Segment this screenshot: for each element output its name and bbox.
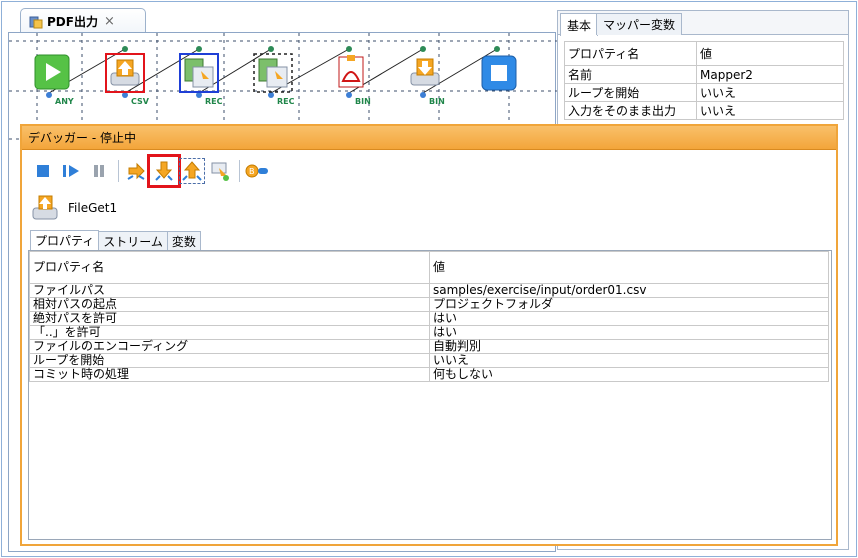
property-panel-tabs: 基本 マッパー変数 — [558, 11, 848, 36]
step-out-icon — [182, 161, 202, 181]
breakpoint-icon: B — [245, 164, 268, 178]
property-name: ファイルパス — [29, 283, 430, 298]
tab-properties[interactable]: プロパティ — [30, 230, 100, 250]
property-value: 自動判別 — [429, 339, 829, 354]
debugger-property-grid: プロパティ名 値 ファイルパス samples/exercise/input/o… — [28, 250, 832, 540]
file-get-icon — [32, 195, 58, 220]
flow-icon — [29, 16, 43, 28]
property-name: 相対パスの起点 — [29, 297, 430, 312]
tab-mapper-variables[interactable]: マッパー変数 — [596, 13, 683, 35]
property-name: ループを開始 — [29, 353, 430, 368]
stop-icon — [37, 165, 49, 177]
pause-button[interactable] — [86, 158, 112, 184]
table-row[interactable]: ファイルパス samples/exercise/input/order01.cs… — [29, 283, 829, 298]
table-row[interactable]: ループを開始 いいえ — [29, 353, 829, 368]
flow-label-bin2: BIN — [429, 97, 445, 106]
table-row[interactable]: 「..」を許可 はい — [29, 325, 829, 340]
table-row[interactable]: ループを開始 いいえ — [564, 83, 844, 102]
tab-stream[interactable]: ストリーム — [98, 231, 168, 250]
property-name: 入力をそのまま出力 — [564, 101, 697, 120]
property-value: samples/exercise/input/order01.csv — [429, 283, 829, 298]
tab-basic[interactable]: 基本 — [560, 13, 599, 36]
column-header-value: 値 — [429, 251, 829, 284]
property-value[interactable]: いいえ — [696, 101, 844, 120]
tab-title: PDF出力 — [47, 15, 98, 29]
property-value: はい — [429, 325, 829, 340]
flow-label-bin: BIN — [355, 97, 371, 106]
editor-tab-strip: PDF出力 × — [8, 6, 550, 34]
debugger-property-table: プロパティ名 値 ファイルパス samples/exercise/input/o… — [29, 251, 829, 382]
flow-label-rec: REC — [205, 97, 223, 106]
close-icon[interactable]: × — [104, 14, 115, 29]
component-name: FileGet1 — [68, 201, 118, 215]
flow-label-csv: CSV — [131, 97, 149, 106]
tab-pdf-output[interactable]: PDF出力 × — [20, 8, 146, 34]
flow-label-any: ANY — [55, 97, 74, 106]
svg-text:B: B — [249, 167, 255, 176]
property-table: プロパティ名 値 名前 Mapper2 ループを開始 いいえ 入力をそのまま出力… — [564, 41, 844, 120]
current-component: FileGet1 — [30, 192, 117, 224]
resume-icon — [63, 165, 79, 177]
breakpoint-button[interactable]: B — [244, 158, 270, 184]
table-row[interactable]: 絶対パスを許可 はい — [29, 311, 829, 326]
step-over-button[interactable] — [123, 158, 149, 184]
property-name: ループを開始 — [564, 83, 697, 102]
debugger-window: デバッガー - 停止中 B FileGet1 プロパティ ストリーム 変数 プロ… — [20, 124, 838, 546]
pdf-icon[interactable] — [331, 53, 371, 93]
table-row[interactable]: ファイルのエンコーディング 自動判別 — [29, 339, 829, 354]
column-header-name: プロパティ名 — [29, 251, 430, 284]
property-value: はい — [429, 311, 829, 326]
property-value: 何もしない — [429, 367, 829, 382]
run-to-cursor-icon — [211, 162, 229, 181]
file-put-icon[interactable] — [405, 53, 445, 93]
table-row[interactable]: 相対パスの起点 プロジェクトフォルダ — [29, 297, 829, 312]
file-get-icon[interactable] — [105, 53, 145, 93]
pause-icon — [94, 165, 104, 177]
flow-label-rec2: REC — [277, 97, 295, 106]
table-row[interactable]: 名前 Mapper2 — [564, 65, 844, 84]
run-to-cursor-button[interactable] — [207, 158, 233, 184]
end-icon[interactable] — [479, 53, 519, 93]
debugger-tabs: プロパティ ストリーム 変数 — [30, 230, 201, 250]
tab-variables[interactable]: 変数 — [166, 231, 201, 250]
step-out-button[interactable] — [179, 158, 205, 184]
mapper2-icon[interactable] — [253, 53, 293, 93]
property-name: 名前 — [564, 65, 697, 84]
property-value[interactable]: いいえ — [696, 83, 844, 102]
column-header-name: プロパティ名 — [564, 41, 697, 66]
property-value: いいえ — [429, 353, 829, 368]
property-name: ファイルのエンコーディング — [29, 339, 430, 354]
property-value: プロジェクトフォルダ — [429, 297, 829, 312]
mapper-icon[interactable] — [179, 53, 219, 93]
debugger-title-bar[interactable]: デバッガー - 停止中 — [22, 126, 836, 150]
table-row[interactable]: 入力をそのまま出力 いいえ — [564, 101, 844, 120]
toolbar-separator — [239, 160, 240, 182]
step-into-button[interactable] — [147, 154, 181, 188]
stop-button[interactable] — [30, 158, 56, 184]
debugger-title: デバッガー - 停止中 — [28, 131, 136, 145]
property-value[interactable]: Mapper2 — [696, 65, 844, 84]
step-into-icon — [155, 161, 173, 181]
debugger-toolbar: B — [30, 154, 350, 188]
property-name: 絶対パスを許可 — [29, 311, 430, 326]
property-name: 「..」を許可 — [29, 325, 430, 340]
toolbar-separator — [118, 160, 119, 182]
column-header-value: 値 — [696, 41, 844, 66]
resume-button[interactable] — [58, 158, 84, 184]
property-name: コミット時の処理 — [29, 367, 430, 382]
table-row[interactable]: コミット時の処理 何もしない — [29, 367, 829, 382]
start-icon[interactable] — [33, 53, 73, 93]
step-over-icon — [127, 162, 145, 180]
